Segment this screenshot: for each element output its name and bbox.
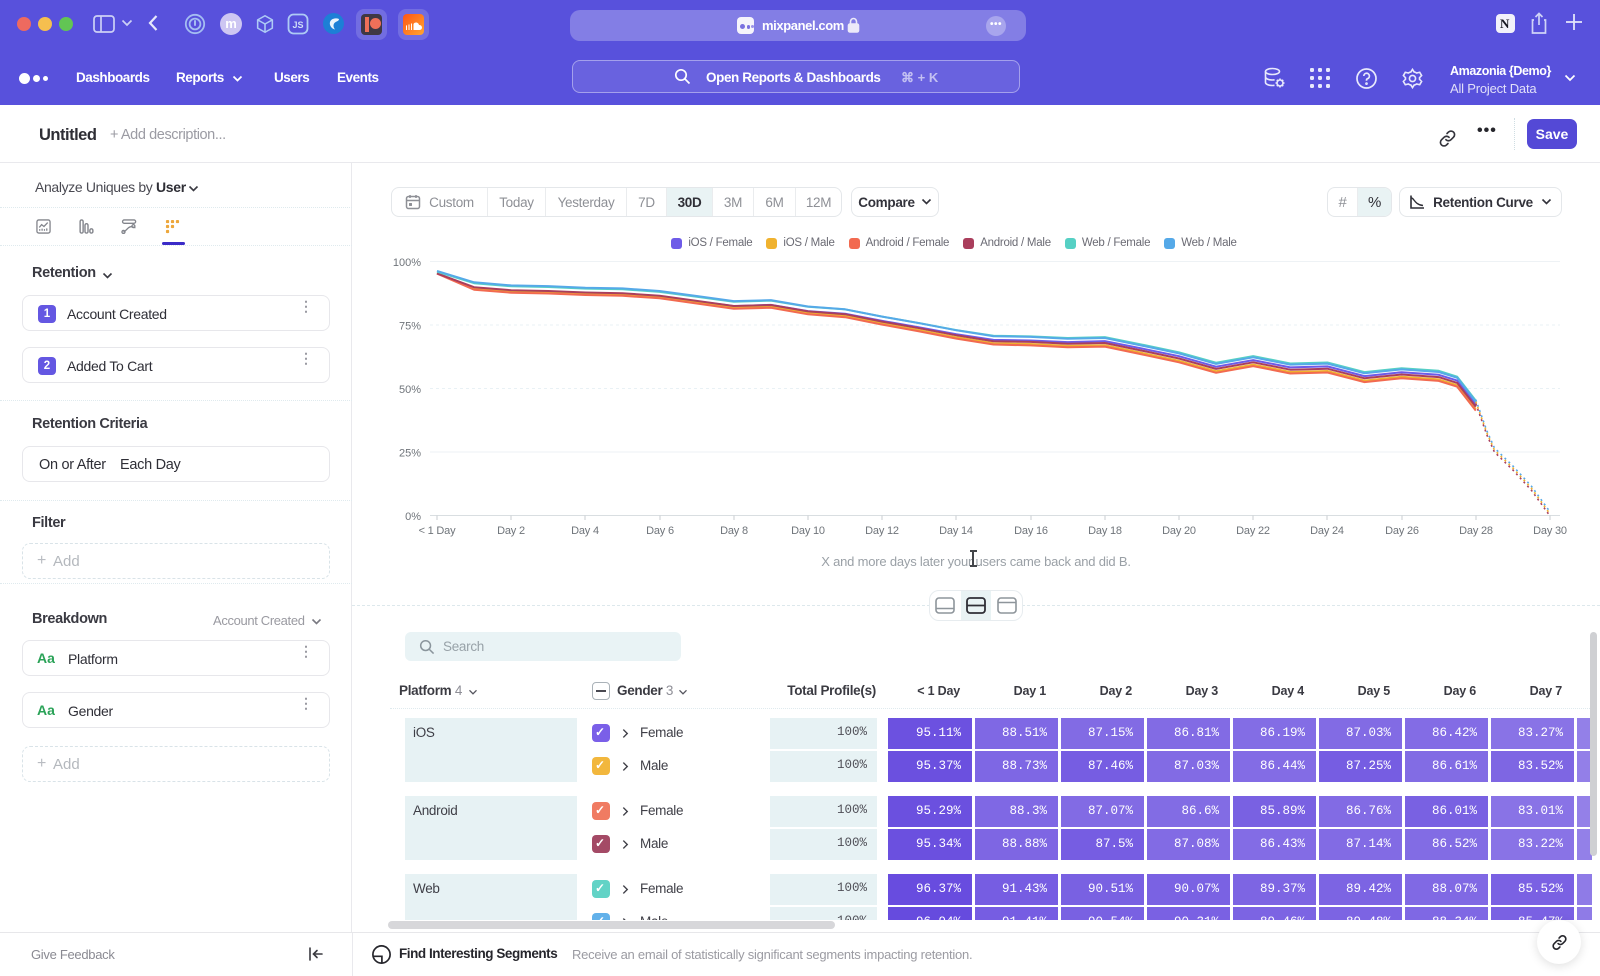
svg-text:Day 30: Day 30 <box>1533 525 1567 537</box>
svg-text:Day 14: Day 14 <box>939 525 973 537</box>
svg-text:JS: JS <box>292 20 303 30</box>
svg-text:Day 24: Day 24 <box>1310 525 1344 537</box>
svg-text:Day 28: Day 28 <box>1459 525 1493 537</box>
svg-text:Day 16: Day 16 <box>1014 525 1048 537</box>
svg-text:0%: 0% <box>405 511 421 523</box>
svg-text:Day 12: Day 12 <box>865 525 899 537</box>
svg-text:< 1 Day: < 1 Day <box>419 525 457 537</box>
svg-text:50%: 50% <box>399 384 421 396</box>
svg-text:Day 6: Day 6 <box>646 525 674 537</box>
svg-text:Day 18: Day 18 <box>1088 525 1122 537</box>
svg-text:Day 26: Day 26 <box>1385 525 1419 537</box>
svg-text:Day 20: Day 20 <box>1162 525 1196 537</box>
svg-text:100%: 100% <box>393 257 421 269</box>
svg-text:Day 8: Day 8 <box>720 525 748 537</box>
svg-text:Day 10: Day 10 <box>791 525 825 537</box>
svg-text:75%: 75% <box>399 321 421 333</box>
svg-text:25%: 25% <box>399 448 421 460</box>
svg-text:Day 4: Day 4 <box>571 525 599 537</box>
svg-text:Day 22: Day 22 <box>1236 525 1270 537</box>
svg-text:Day 2: Day 2 <box>497 525 525 537</box>
